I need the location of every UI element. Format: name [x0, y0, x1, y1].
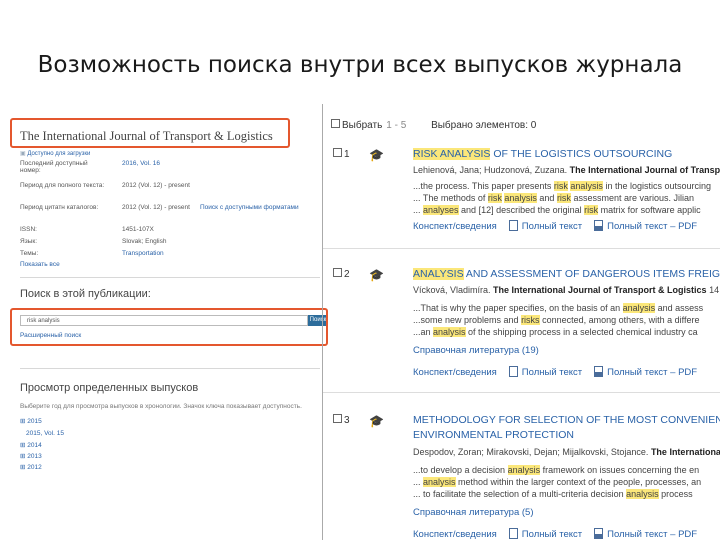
result-snippet: ...the process. This paper presents risk…	[413, 181, 711, 191]
info-value: Slovak; English	[122, 238, 167, 245]
pdf-icon	[594, 366, 604, 377]
info-key: ISSN:	[20, 226, 37, 233]
result-checkbox[interactable]	[333, 268, 342, 277]
record-link[interactable]: Конспект/сведения	[413, 367, 497, 378]
info-key: Последний доступный номер:	[20, 160, 88, 174]
divider	[20, 368, 320, 369]
result-links: Конспект/сведения Полный текст Полный текс…	[413, 528, 697, 540]
download-link[interactable]: Доступно для загрузки	[20, 150, 90, 157]
info-value-link[interactable]: 2016, Vol. 16	[122, 160, 160, 167]
result-range: 1 - 5	[386, 120, 407, 131]
issue-year-link[interactable]: ⊞ 2012	[20, 463, 42, 471]
pdf-link[interactable]: Полный текст – PDF	[607, 221, 697, 232]
result-divider	[323, 392, 720, 393]
result-links: Конспект/сведения Полный текст Полный текс…	[413, 220, 697, 232]
issue-year-link[interactable]: ⊞ 2013	[20, 452, 42, 460]
result-snippet: ... to facilitate the selection of a mul…	[413, 489, 693, 499]
info-key: Период цитатн каталогов:	[20, 204, 99, 211]
info-value: 2012 (Vol. 12) - present	[122, 204, 190, 211]
results-toolbar: Выбрать 1 - 5 Выбрано элементов: 0	[331, 119, 536, 131]
result-number: 2	[333, 268, 350, 280]
pdf-link[interactable]: Полный текст – PDF	[607, 529, 697, 540]
info-key: Период для полного текста:	[20, 182, 105, 189]
fulltext-link[interactable]: Полный текст	[522, 367, 582, 378]
info-value: 2012 (Vol. 12) - present	[122, 182, 190, 189]
info-value-link[interactable]: Transportation	[122, 250, 164, 257]
result-checkbox[interactable]	[333, 414, 342, 423]
references-link[interactable]: Справочная литература (19)	[413, 345, 539, 356]
record-link[interactable]: Конспект/сведения	[413, 221, 497, 232]
pdf-link[interactable]: Полный текст – PDF	[607, 367, 697, 378]
document-icon	[508, 220, 518, 231]
slide-title: Возможность поиска внутри всех выпусков …	[37, 52, 683, 78]
result-snippet: ...an analysis of the shipping process i…	[413, 327, 698, 337]
search-results-panel: Выбрать 1 - 5 Выбрано элементов: 0 1 🎓 RI…	[322, 104, 720, 540]
issue-year-link[interactable]: ⊞ 2014	[20, 441, 42, 449]
document-icon	[508, 366, 518, 377]
result-snippet: ...That is why the paper specifies, on t…	[413, 303, 704, 313]
result-authors: Lehienová, Jana; Hudzonová, Zuzana. The …	[413, 165, 720, 175]
pdf-icon	[594, 528, 604, 539]
result-snippet: ... analyses and [12] described the orig…	[413, 205, 701, 215]
result-authors: Vícková, Vladimíra. The International Jo…	[413, 285, 720, 295]
selected-count[interactable]: Выбрано элементов: 0	[431, 120, 536, 131]
result-number: 1	[333, 148, 350, 160]
info-key: Язык:	[20, 238, 37, 245]
browse-section-title: Просмотр определенных выпусков	[20, 382, 199, 394]
fulltext-link[interactable]: Полный текст	[522, 221, 582, 232]
result-checkbox[interactable]	[333, 148, 342, 157]
issue-volume-link[interactable]: 2015, Vol. 15	[26, 430, 64, 437]
format-search-link[interactable]: Поиск с доступными форматами	[200, 204, 299, 211]
result-snippet: ... The methods of risk analysis and ris…	[413, 193, 694, 203]
show-more-link[interactable]: Показать все	[20, 261, 60, 268]
result-authors: Despodov, Zoran; Mirakovski, Dejan; Mija…	[413, 447, 720, 457]
result-snippet: ...to develop a decision analysis framew…	[413, 465, 700, 475]
select-all-checkbox[interactable]	[331, 119, 340, 128]
title-highlight-box	[10, 118, 290, 148]
result-title-link-line2[interactable]: ENVIRONMENTAL PROTECTION	[413, 429, 574, 441]
result-links: Конспект/сведения Полный текст Полный текс…	[413, 366, 697, 378]
info-key: Темы:	[20, 250, 39, 257]
result-snippet: ...some new problems and risks connected…	[413, 315, 700, 325]
pdf-icon	[594, 220, 604, 231]
scholarly-journal-icon: 🎓	[369, 414, 384, 428]
result-snippet: ... analysis method within the larger co…	[413, 477, 702, 487]
search-highlight-box	[10, 308, 328, 346]
search-section-title: Поиск в этой публикации:	[20, 288, 151, 300]
result-title-link[interactable]: METHODOLOGY FOR SELECTION OF THE MOST CO…	[413, 414, 720, 426]
references-link[interactable]: Справочная литература (5)	[413, 507, 534, 518]
scholarly-journal-icon: 🎓	[369, 268, 384, 282]
document-icon	[508, 528, 518, 539]
record-link[interactable]: Конспект/сведения	[413, 529, 497, 540]
scholarly-journal-icon: 🎓	[369, 148, 384, 162]
publication-details-panel: The International Journal of Transport &…	[10, 112, 328, 540]
fulltext-link[interactable]: Полный текст	[522, 529, 582, 540]
result-number: 3	[333, 414, 350, 426]
select-label[interactable]: Выбрать	[342, 120, 382, 131]
info-value: 1451-107X	[122, 226, 154, 233]
result-title-link[interactable]: ANALYSIS AND ASSESSMENT OF DANGEROUS ITE…	[413, 268, 720, 280]
browse-note: Выберите год для просмотра выпусков в хр…	[20, 403, 302, 410]
issue-year-link[interactable]: ⊞ 2015	[20, 417, 42, 425]
divider	[20, 277, 320, 278]
result-divider	[323, 248, 720, 249]
result-title-link[interactable]: RISK ANALYSIS OF THE LOGISTICS OUTSOURCI…	[413, 148, 672, 160]
